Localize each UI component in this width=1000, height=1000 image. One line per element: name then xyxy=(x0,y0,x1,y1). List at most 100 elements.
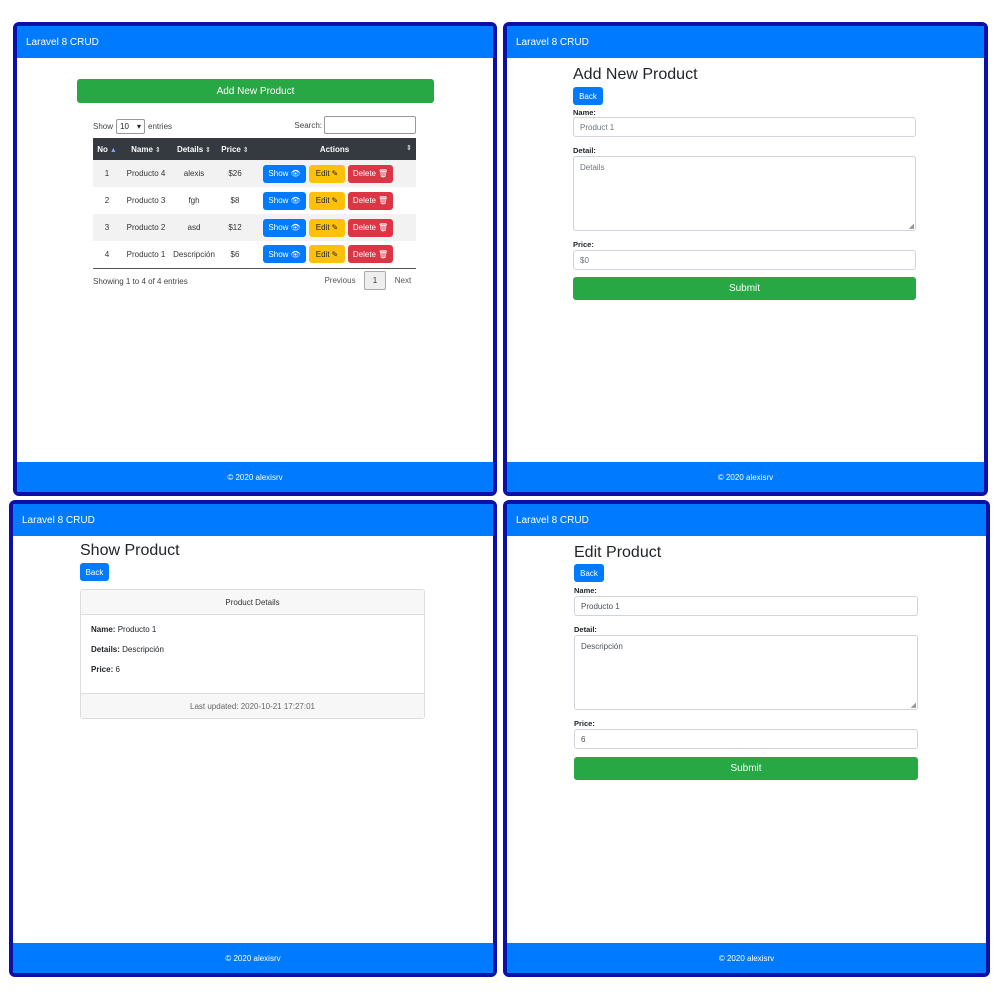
cell-actions: Show 👁 Edit ✎ Delete 🗑 xyxy=(253,160,416,187)
footer: © 2020 alexisrv xyxy=(507,943,986,973)
name-label: Name: xyxy=(574,586,597,595)
show-button[interactable]: Show 👁 xyxy=(263,218,306,237)
name-placeholder: Product 1 xyxy=(580,122,615,132)
resize-handle-icon[interactable]: ◢ xyxy=(911,701,916,709)
table-row: 3 Producto 2 asd $12 Show 👁 Edit ✎ Delete 🗑 xyxy=(93,214,416,241)
navbar-brand[interactable]: Laravel 8 CRUD xyxy=(516,37,589,48)
footer: © 2020 alexisrv xyxy=(17,462,493,492)
page-title: Edit Product xyxy=(574,544,662,561)
price-input[interactable]: $0 xyxy=(573,250,916,270)
resize-handle-icon[interactable]: ◢ xyxy=(909,222,914,230)
cell-actions: Show 👁 Edit ✎ Delete 🗑 xyxy=(253,241,416,269)
column-header-name[interactable]: Name ⇕ xyxy=(121,138,171,160)
cell-name: Producto 1 xyxy=(121,241,171,269)
trash-icon: 🗑 xyxy=(377,196,389,205)
detail-price: Price: 6 xyxy=(91,665,120,674)
submit-button[interactable]: Submit xyxy=(574,757,918,780)
navbar: Laravel 8 CRUD xyxy=(507,504,986,536)
edit-button[interactable]: Edit ✎ xyxy=(309,164,345,183)
name-label: Name: xyxy=(573,108,596,117)
column-header-details[interactable]: Details ⇕ xyxy=(171,138,217,160)
price-placeholder: $0 xyxy=(580,255,589,265)
delete-button[interactable]: Delete 🗑 xyxy=(348,191,393,210)
edit-button[interactable]: Edit ✎ xyxy=(309,218,345,237)
delete-button[interactable]: Delete 🗑 xyxy=(348,218,393,237)
delete-button[interactable]: Delete 🗑 xyxy=(348,164,393,183)
sort-asc-icon: ▲ xyxy=(109,146,117,154)
name-input[interactable]: Product 1 xyxy=(573,117,916,137)
cell-no: 2 xyxy=(104,196,110,205)
pencil-icon: ✎ xyxy=(331,169,339,178)
pagination-next[interactable]: Next xyxy=(390,276,416,285)
show-product-panel: Laravel 8 CRUD Show Product Back Product… xyxy=(9,500,497,977)
pagination-page-1[interactable]: 1 xyxy=(364,271,386,290)
add-new-product-button[interactable]: Add New Product xyxy=(77,79,434,103)
table-row: 2 Producto 3 fgh $8 Show 👁 Edit ✎ Delete 🗑 xyxy=(93,187,416,214)
detail-label: Detail: xyxy=(573,146,596,155)
eye-icon: 👁 xyxy=(290,169,301,178)
edit-button[interactable]: Edit ✎ xyxy=(309,245,345,264)
cell-details: Descripción xyxy=(171,241,217,269)
entries-length-control: Show 10 ▾ entries xyxy=(93,119,172,134)
delete-button[interactable]: Delete 🗑 xyxy=(348,245,393,264)
trash-icon: 🗑 xyxy=(377,223,389,232)
card-body: Name: Producto 1 Details: Descripción Pr… xyxy=(81,615,424,695)
detail-textarea[interactable]: Descripción ◢ xyxy=(574,635,918,710)
pencil-icon: ✎ xyxy=(331,249,339,259)
footer-copyright: © 2020 alexisrv xyxy=(225,953,281,963)
search-input[interactable] xyxy=(324,116,416,134)
edit-product-panel: Laravel 8 CRUD Edit Product Back Name: P… xyxy=(503,500,990,977)
cell-name: Producto 3 xyxy=(126,196,166,205)
column-header-price[interactable]: Price ⇕ xyxy=(217,138,253,160)
cell-no: 3 xyxy=(93,214,121,241)
cell-actions: Show 👁 Edit ✎ Delete 🗑 xyxy=(253,187,416,214)
datatable-controls: Show 10 ▾ entries Search: xyxy=(93,116,416,136)
show-button[interactable]: Show 👁 xyxy=(263,245,306,264)
footer-copyright: © 2020 alexisrv xyxy=(717,472,774,482)
search-label: Search: xyxy=(294,120,322,130)
footer-copyright: © 2020 alexisrv xyxy=(718,953,775,963)
navbar-brand[interactable]: Laravel 8 CRUD xyxy=(516,515,589,526)
navbar: Laravel 8 CRUD xyxy=(507,26,984,58)
price-input[interactable]: 6 xyxy=(574,729,918,749)
navbar-brand[interactable]: Laravel 8 CRUD xyxy=(26,37,99,48)
eye-icon: 👁 xyxy=(290,223,301,232)
table-row: 4 Producto 1 Descripción $6 Show 👁 Edit ✎ … xyxy=(93,241,416,269)
card-footer: Last updated: 2020-10-21 17:27:01 xyxy=(81,693,424,718)
detail-details: Details: Descripción xyxy=(91,645,164,654)
footer-copyright: © 2020 alexisrv xyxy=(227,472,283,482)
page-title: Add New Product xyxy=(573,66,698,83)
navbar: Laravel 8 CRUD xyxy=(17,26,493,58)
table-header-row: No ▲ Name ⇕ Details ⇕ Price ⇕ Actions ⇕ xyxy=(93,138,416,160)
cell-actions: Show 👁 Edit ✎ Delete 🗑 xyxy=(253,214,416,241)
submit-button[interactable]: Submit xyxy=(573,277,916,300)
show-button[interactable]: Show 👁 xyxy=(263,164,306,183)
pencil-icon: ✎ xyxy=(331,196,339,205)
pagination-previous[interactable]: Previous xyxy=(320,276,360,285)
sort-icon: ⇕ xyxy=(154,146,161,154)
detail-label: Detail: xyxy=(574,625,597,634)
card-header: Product Details xyxy=(81,590,424,615)
back-button[interactable]: Back xyxy=(573,87,603,105)
navbar-brand[interactable]: Laravel 8 CRUD xyxy=(22,515,95,526)
show-button[interactable]: Show 👁 xyxy=(263,191,306,210)
page-title: Show Product xyxy=(80,542,180,559)
detail-placeholder: Details xyxy=(580,163,605,172)
entries-label: entries xyxy=(148,122,173,131)
sort-icon: ⇕ xyxy=(406,145,412,152)
product-list-panel: Laravel 8 CRUD Add New Product Show 10 ▾… xyxy=(13,22,497,496)
column-header-no[interactable]: No ▲ xyxy=(93,138,121,160)
product-details-card: Product Details Name: Producto 1 Details… xyxy=(80,589,425,719)
back-button[interactable]: Back xyxy=(574,564,604,582)
price-label: Price: xyxy=(574,719,595,728)
cell-price: $6 xyxy=(217,241,253,269)
detail-value: Descripción xyxy=(581,642,623,651)
entries-select[interactable]: 10 ▾ xyxy=(116,119,146,134)
edit-button[interactable]: Edit ✎ xyxy=(309,191,345,210)
cell-no: 4 xyxy=(93,241,121,269)
column-header-actions[interactable]: Actions ⇕ xyxy=(253,138,416,160)
back-button[interactable]: Back xyxy=(80,563,109,581)
name-input[interactable]: Producto 1 xyxy=(574,596,918,616)
detail-textarea[interactable]: Details ◢ xyxy=(573,156,916,231)
pagination: Previous 1 Next xyxy=(320,271,416,290)
